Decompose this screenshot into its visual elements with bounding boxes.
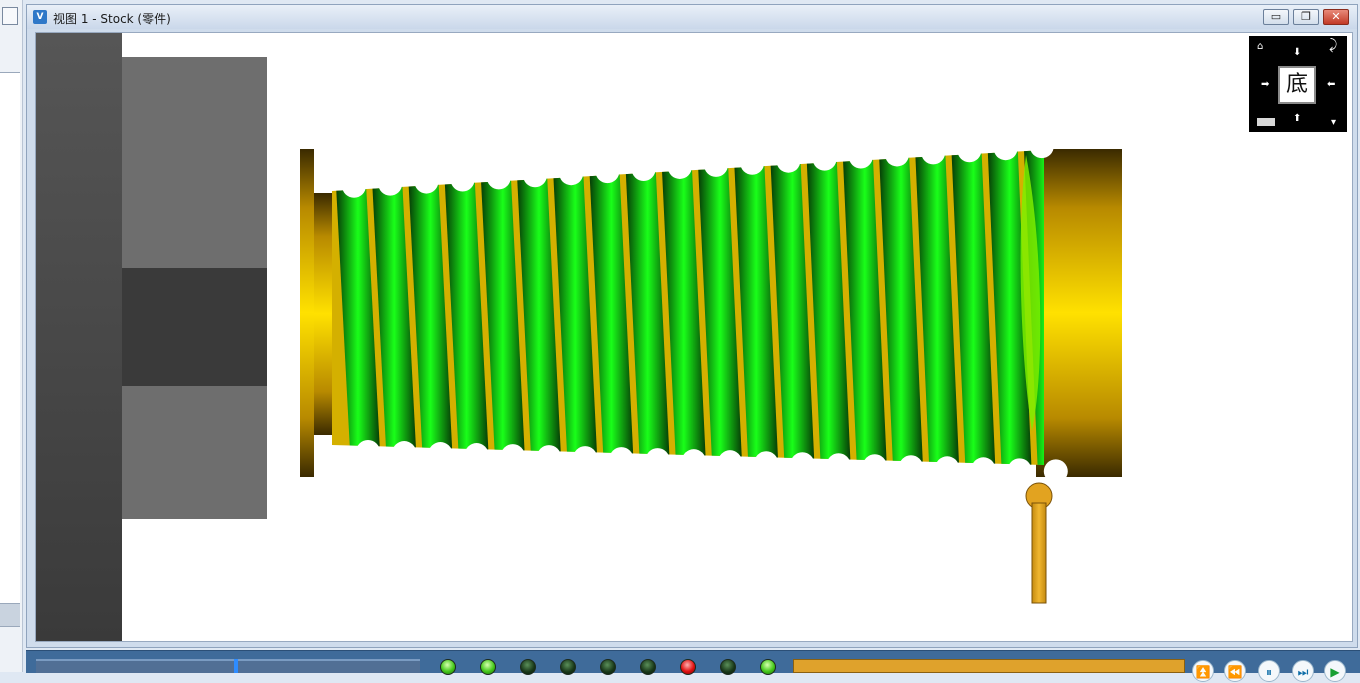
thread-section [332, 150, 1044, 465]
thread-crest-bottom [971, 457, 996, 482]
view-window: V 视图 1 - Stock (零件) ▭ ❐ ✕ ⌂ ⬇ ⤸ ➡ 底 ⬅ ⬆ … [26, 4, 1358, 648]
view-cube-face[interactable]: 底 [1278, 66, 1316, 104]
thread-crest-top [559, 161, 584, 186]
thread-crest-bottom [537, 445, 561, 470]
app-icon: V [33, 10, 47, 24]
window-title: 视图 1 - Stock (零件) [53, 12, 171, 26]
rotate-right-icon[interactable]: ⬅ [1327, 80, 1335, 90]
thread-crest-bottom [790, 452, 815, 477]
thread-crest-top [414, 169, 439, 194]
thread-crest-top [885, 142, 909, 167]
thread-crest-top [486, 165, 511, 190]
status-led [560, 659, 576, 675]
thread-crest-bottom [464, 443, 489, 468]
window-titlebar[interactable]: V 视图 1 - Stock (零件) ▭ ❐ ✕ [27, 5, 1357, 29]
thread-crest-bottom [862, 454, 887, 479]
thread-crest-top [667, 154, 692, 179]
thread-crest-bottom [573, 446, 598, 471]
status-led [680, 659, 696, 675]
thread-crest-bottom [428, 442, 453, 467]
thread-crest-top [704, 152, 728, 177]
thread-crest-top [342, 173, 366, 198]
home-view-icon[interactable]: ⌂ [1257, 42, 1263, 52]
thread-crest-top [921, 140, 946, 165]
play-button[interactable]: ▶ [1324, 660, 1346, 682]
thread-crest-top [848, 144, 873, 169]
thread-crest-bottom [754, 451, 779, 476]
speed-up-button[interactable]: ⏫ [1192, 660, 1214, 682]
thread-crest-bottom [1007, 458, 1032, 483]
3d-viewport[interactable]: ⌂ ⬇ ⤸ ➡ 底 ⬅ ⬆ ▾ [35, 32, 1353, 642]
step-forward-button[interactable]: ⏭ [1292, 660, 1314, 682]
status-led [520, 659, 536, 675]
status-led [640, 659, 656, 675]
thread-crest-bottom [500, 444, 525, 469]
thread-crest-bottom [718, 450, 742, 475]
thread-crest-bottom [609, 447, 634, 472]
status-led [440, 659, 456, 675]
rotate-view-icon[interactable]: ⤸ [1329, 38, 1337, 52]
rewind-button[interactable]: ⏪ [1224, 660, 1246, 682]
thread-crest-bottom [681, 449, 706, 474]
thread-crest-bottom [645, 448, 670, 473]
rotate-up-icon[interactable]: ⬇ [1293, 48, 1301, 58]
panel-toggle-button[interactable] [2, 7, 18, 25]
minimize-button[interactable]: ▭ [1263, 9, 1289, 25]
thread-crest-bottom [826, 453, 851, 478]
thread-crest-bottom [899, 455, 923, 480]
thread-crest-top [450, 167, 475, 192]
thread-crest-top [631, 157, 656, 182]
status-led [760, 659, 776, 675]
stock-right-end [1036, 149, 1122, 477]
view-preset-icon[interactable] [1257, 118, 1275, 126]
cutting-tool-shank [1031, 502, 1047, 604]
thread-crest-top [595, 159, 620, 184]
stock-flange [300, 149, 314, 477]
status-field [793, 659, 1185, 673]
chuck-jaw-slot [122, 268, 267, 386]
status-led [480, 659, 496, 675]
status-led [720, 659, 736, 675]
view-cube[interactable]: ⌂ ⬇ ⤸ ➡ 底 ⬅ ⬆ ▾ [1249, 36, 1347, 132]
thread-crest-bottom [392, 441, 417, 466]
simulation-progress-slider[interactable] [36, 659, 420, 673]
thread-crest-top [776, 148, 801, 173]
simulation-toolbar: ⏫ ⏪ ⏸ ⏭ ▶ [26, 650, 1360, 682]
thread-crest-top [378, 171, 403, 196]
view-menu-icon[interactable]: ▾ [1331, 118, 1336, 128]
close-button[interactable]: ✕ [1323, 9, 1349, 25]
thread-crest-bottom [1043, 459, 1068, 484]
thread-crest-top [957, 138, 982, 163]
thread-crest-top [1029, 134, 1054, 159]
thread-crest-top [523, 163, 547, 188]
status-led [600, 659, 616, 675]
thread-crest-bottom [356, 440, 380, 465]
thread-crest-top [740, 150, 765, 175]
rotate-down-icon[interactable]: ⬆ [1293, 114, 1301, 124]
left-panel-scrollbar[interactable] [0, 604, 20, 627]
chuck-body [36, 33, 122, 641]
pause-button[interactable]: ⏸ [1258, 660, 1280, 682]
thread-crest-top [993, 136, 1018, 161]
lathe-scene [36, 33, 1122, 641]
thread-crest-top [812, 146, 837, 171]
restore-button[interactable]: ❐ [1293, 9, 1319, 25]
thread-crest-bottom [935, 456, 960, 481]
progress-knob[interactable] [234, 659, 238, 673]
left-panel-area [0, 72, 20, 604]
rotate-left-icon[interactable]: ➡ [1261, 80, 1269, 90]
left-panel-strip [0, 0, 23, 672]
